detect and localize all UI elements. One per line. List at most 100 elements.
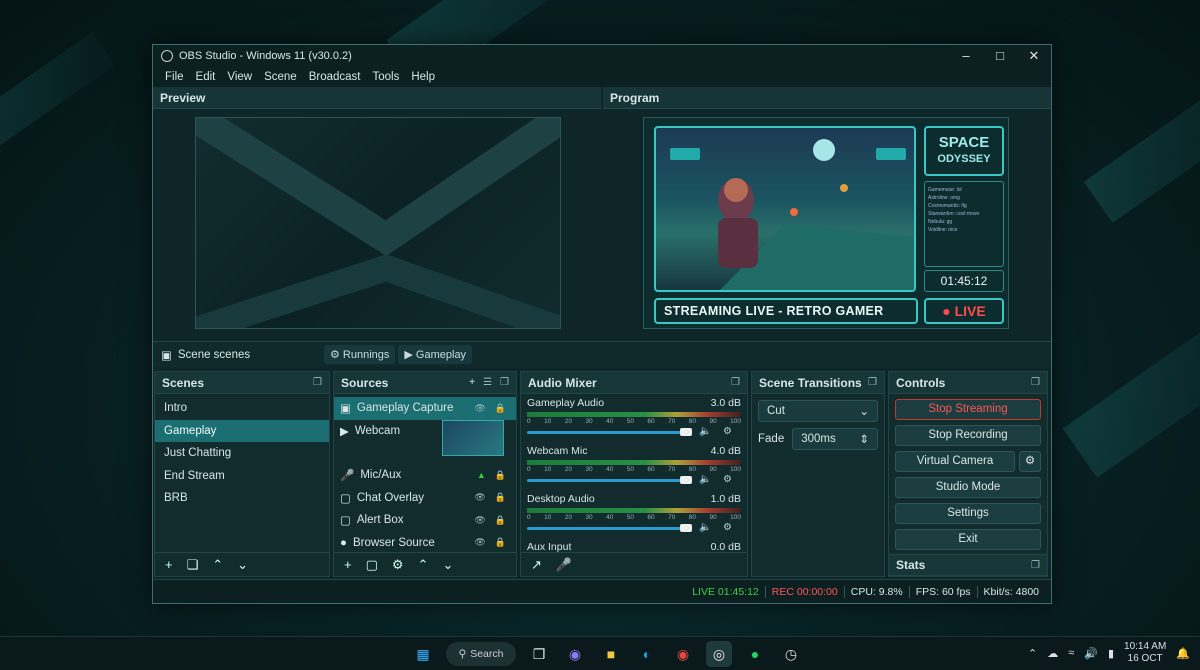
lock-icon[interactable]: 🔒 (495, 492, 506, 503)
add-source-icon[interactable]: + (344, 557, 352, 572)
scene-item-selected[interactable]: Gameplay (155, 419, 329, 442)
clock-app-icon[interactable]: ◷ (778, 641, 804, 667)
lock-icon[interactable]: 🔒 (495, 403, 506, 414)
undock-icon[interactable]: ❐ (1031, 377, 1040, 388)
controls-dock: Controls ❐ Stop Streaming Stop Recording … (888, 371, 1048, 577)
edge-browser-icon[interactable]: ◐ (634, 641, 660, 667)
search-icon: ⚲ (458, 648, 467, 660)
up-icon[interactable]: ⌃ (212, 557, 223, 573)
gear-icon[interactable]: ⚙ (723, 522, 732, 533)
search-box[interactable]: ⚲ Search (446, 642, 516, 666)
clock[interactable]: 10:14 AM 16 OCT (1124, 641, 1166, 665)
wifi-icon[interactable]: ≈ (1068, 647, 1074, 659)
source-item[interactable]: ● Browser Source 👁 🔒 (334, 532, 516, 555)
exit-button[interactable]: Exit (895, 529, 1041, 550)
folder-icon[interactable]: ▢ (366, 557, 378, 573)
status-bar: LIVE 01:45:12 REC 00:00:00 CPU: 9.8% FPS… (153, 579, 1051, 603)
menu-edit[interactable]: Edit (190, 71, 222, 83)
chat-app-icon[interactable]: ◉ (562, 641, 588, 667)
copy-icon[interactable]: ❏ (187, 557, 199, 573)
eye-icon[interactable]: 👁 (474, 492, 485, 503)
menu-help[interactable]: Help (405, 71, 441, 83)
source-item[interactable]: ▢ Alert Box 👁 🔒 (334, 509, 516, 532)
tab-runnings[interactable]: ⚙ Runnings (324, 345, 396, 364)
lock-icon[interactable]: 🔒 (495, 537, 506, 548)
gear-icon[interactable]: ⚙ (723, 426, 732, 437)
volume-icon[interactable]: 🔊 (1084, 647, 1098, 660)
eye-icon[interactable]: 👁 (474, 515, 485, 526)
tab-gameplay[interactable]: ▶ Gameplay (398, 345, 473, 364)
virtual-camera-button[interactable]: Virtual Camera (895, 451, 1015, 472)
live-badge: ● LIVE (924, 298, 1004, 324)
close-icon[interactable]: ✕ (1017, 48, 1051, 64)
up-icon[interactable]: ⌃ (418, 557, 429, 573)
undock-icon[interactable]: ❐ (731, 377, 740, 388)
minimize-icon[interactable]: – (949, 48, 983, 64)
obs-taskbar-icon[interactable]: ◎ (706, 641, 732, 667)
volume-meter (527, 460, 741, 465)
stop-recording-button[interactable]: Stop Recording (895, 425, 1041, 446)
webcam-thumbnail (442, 420, 504, 456)
volume-meter (527, 508, 741, 513)
menu-view[interactable]: View (221, 71, 258, 83)
transitions-title: Scene Transitions (759, 375, 862, 390)
scene-item[interactable]: BRB (155, 487, 329, 510)
source-item[interactable]: ▢ Chat Overlay 👁 🔒 (334, 487, 516, 510)
lock-icon[interactable]: 🔒 (495, 470, 506, 481)
gear-icon[interactable]: ⚙ (1019, 451, 1041, 472)
weather-icon[interactable]: ☁ (1047, 647, 1058, 660)
chrome-browser-icon[interactable]: ◉ (670, 641, 696, 667)
source-item[interactable]: 🎤 Mic/Aux ▲ 🔒 (334, 464, 516, 487)
window-title: OBS Studio - Windows 11 (v30.0.2) (179, 50, 352, 62)
add-scene-icon[interactable]: + (165, 557, 173, 572)
chat-message: Cosmomantis: lfg (928, 203, 967, 209)
menu-file[interactable]: File (159, 71, 190, 83)
volume-slider[interactable]: 🔈 ⚙ (527, 474, 741, 485)
menu-tools[interactable]: Tools (366, 71, 405, 83)
gear-icon[interactable]: ⚙ (723, 474, 732, 485)
volume-slider[interactable]: 🔈 ⚙ (527, 522, 741, 533)
scenes-dock: Scenes ❐ Intro Gameplay Just Chatting End… (154, 371, 330, 577)
chevron-up-icon[interactable]: ⌃ (1028, 647, 1037, 660)
scene-item[interactable]: End Stream (155, 465, 329, 488)
undock-icon[interactable]: ❐ (868, 377, 877, 388)
lock-icon[interactable]: 🔒 (495, 515, 506, 526)
preview-canvas[interactable] (195, 117, 561, 329)
link-icon[interactable]: ↗ (531, 557, 542, 573)
stop-streaming-button[interactable]: Stop Streaming (895, 399, 1041, 420)
spotify-icon[interactable]: ● (742, 641, 768, 667)
chevron-down-icon: ⌄ (859, 406, 869, 418)
scene-item[interactable]: Intro (155, 397, 329, 420)
volume-slider[interactable]: 🔈 ⚙ (527, 426, 741, 437)
transition-select[interactable]: Cut ⌄ (758, 400, 878, 422)
undock-icon[interactable]: ❐ (1031, 560, 1040, 571)
mic-icon[interactable]: 🎤 (556, 557, 572, 573)
windows-start-icon[interactable]: ▦ (410, 641, 436, 667)
speaker-icon[interactable]: 🔈 (699, 522, 711, 533)
notification-bell-icon[interactable]: 🔔 (1176, 647, 1190, 660)
down-icon[interactable]: ⌄ (237, 557, 248, 573)
program-canvas[interactable]: SPACE ODYSSEY Gamemuse: lol Astroline: o… (643, 117, 1009, 329)
menu-icon[interactable]: ☰ (483, 377, 492, 388)
menu-broadcast[interactable]: Broadcast (303, 71, 367, 83)
spin-icon[interactable]: ⇕ (859, 432, 869, 446)
maximize-icon[interactable]: □ (983, 48, 1017, 64)
settings-button[interactable]: Settings (895, 503, 1041, 524)
down-icon[interactable]: ⌄ (442, 557, 453, 573)
file-explorer-icon[interactable]: ■ (598, 641, 624, 667)
studio-mode-button[interactable]: Studio Mode (895, 477, 1041, 498)
speaker-icon[interactable]: 🔈 (699, 426, 711, 437)
gear-icon[interactable]: ⚙ (392, 557, 404, 573)
speaker-icon[interactable]: 🔈 (699, 474, 711, 485)
eye-icon[interactable]: 👁 (474, 403, 485, 414)
menu-scene[interactable]: Scene (258, 71, 303, 83)
battery-icon[interactable]: ▮ (1108, 647, 1114, 660)
add-icon[interactable]: + (469, 377, 475, 388)
task-view-icon[interactable]: ❐ (526, 641, 552, 667)
fade-duration-input[interactable]: 300ms ⇕ (792, 428, 878, 450)
source-item-selected[interactable]: ▣ Gameplay Capture 👁 🔒 (334, 397, 516, 420)
undock-icon[interactable]: ❐ (313, 377, 322, 388)
undock-icon[interactable]: ❐ (500, 377, 509, 388)
scene-item[interactable]: Just Chatting (155, 442, 329, 465)
eye-icon[interactable]: 👁 (474, 537, 485, 548)
